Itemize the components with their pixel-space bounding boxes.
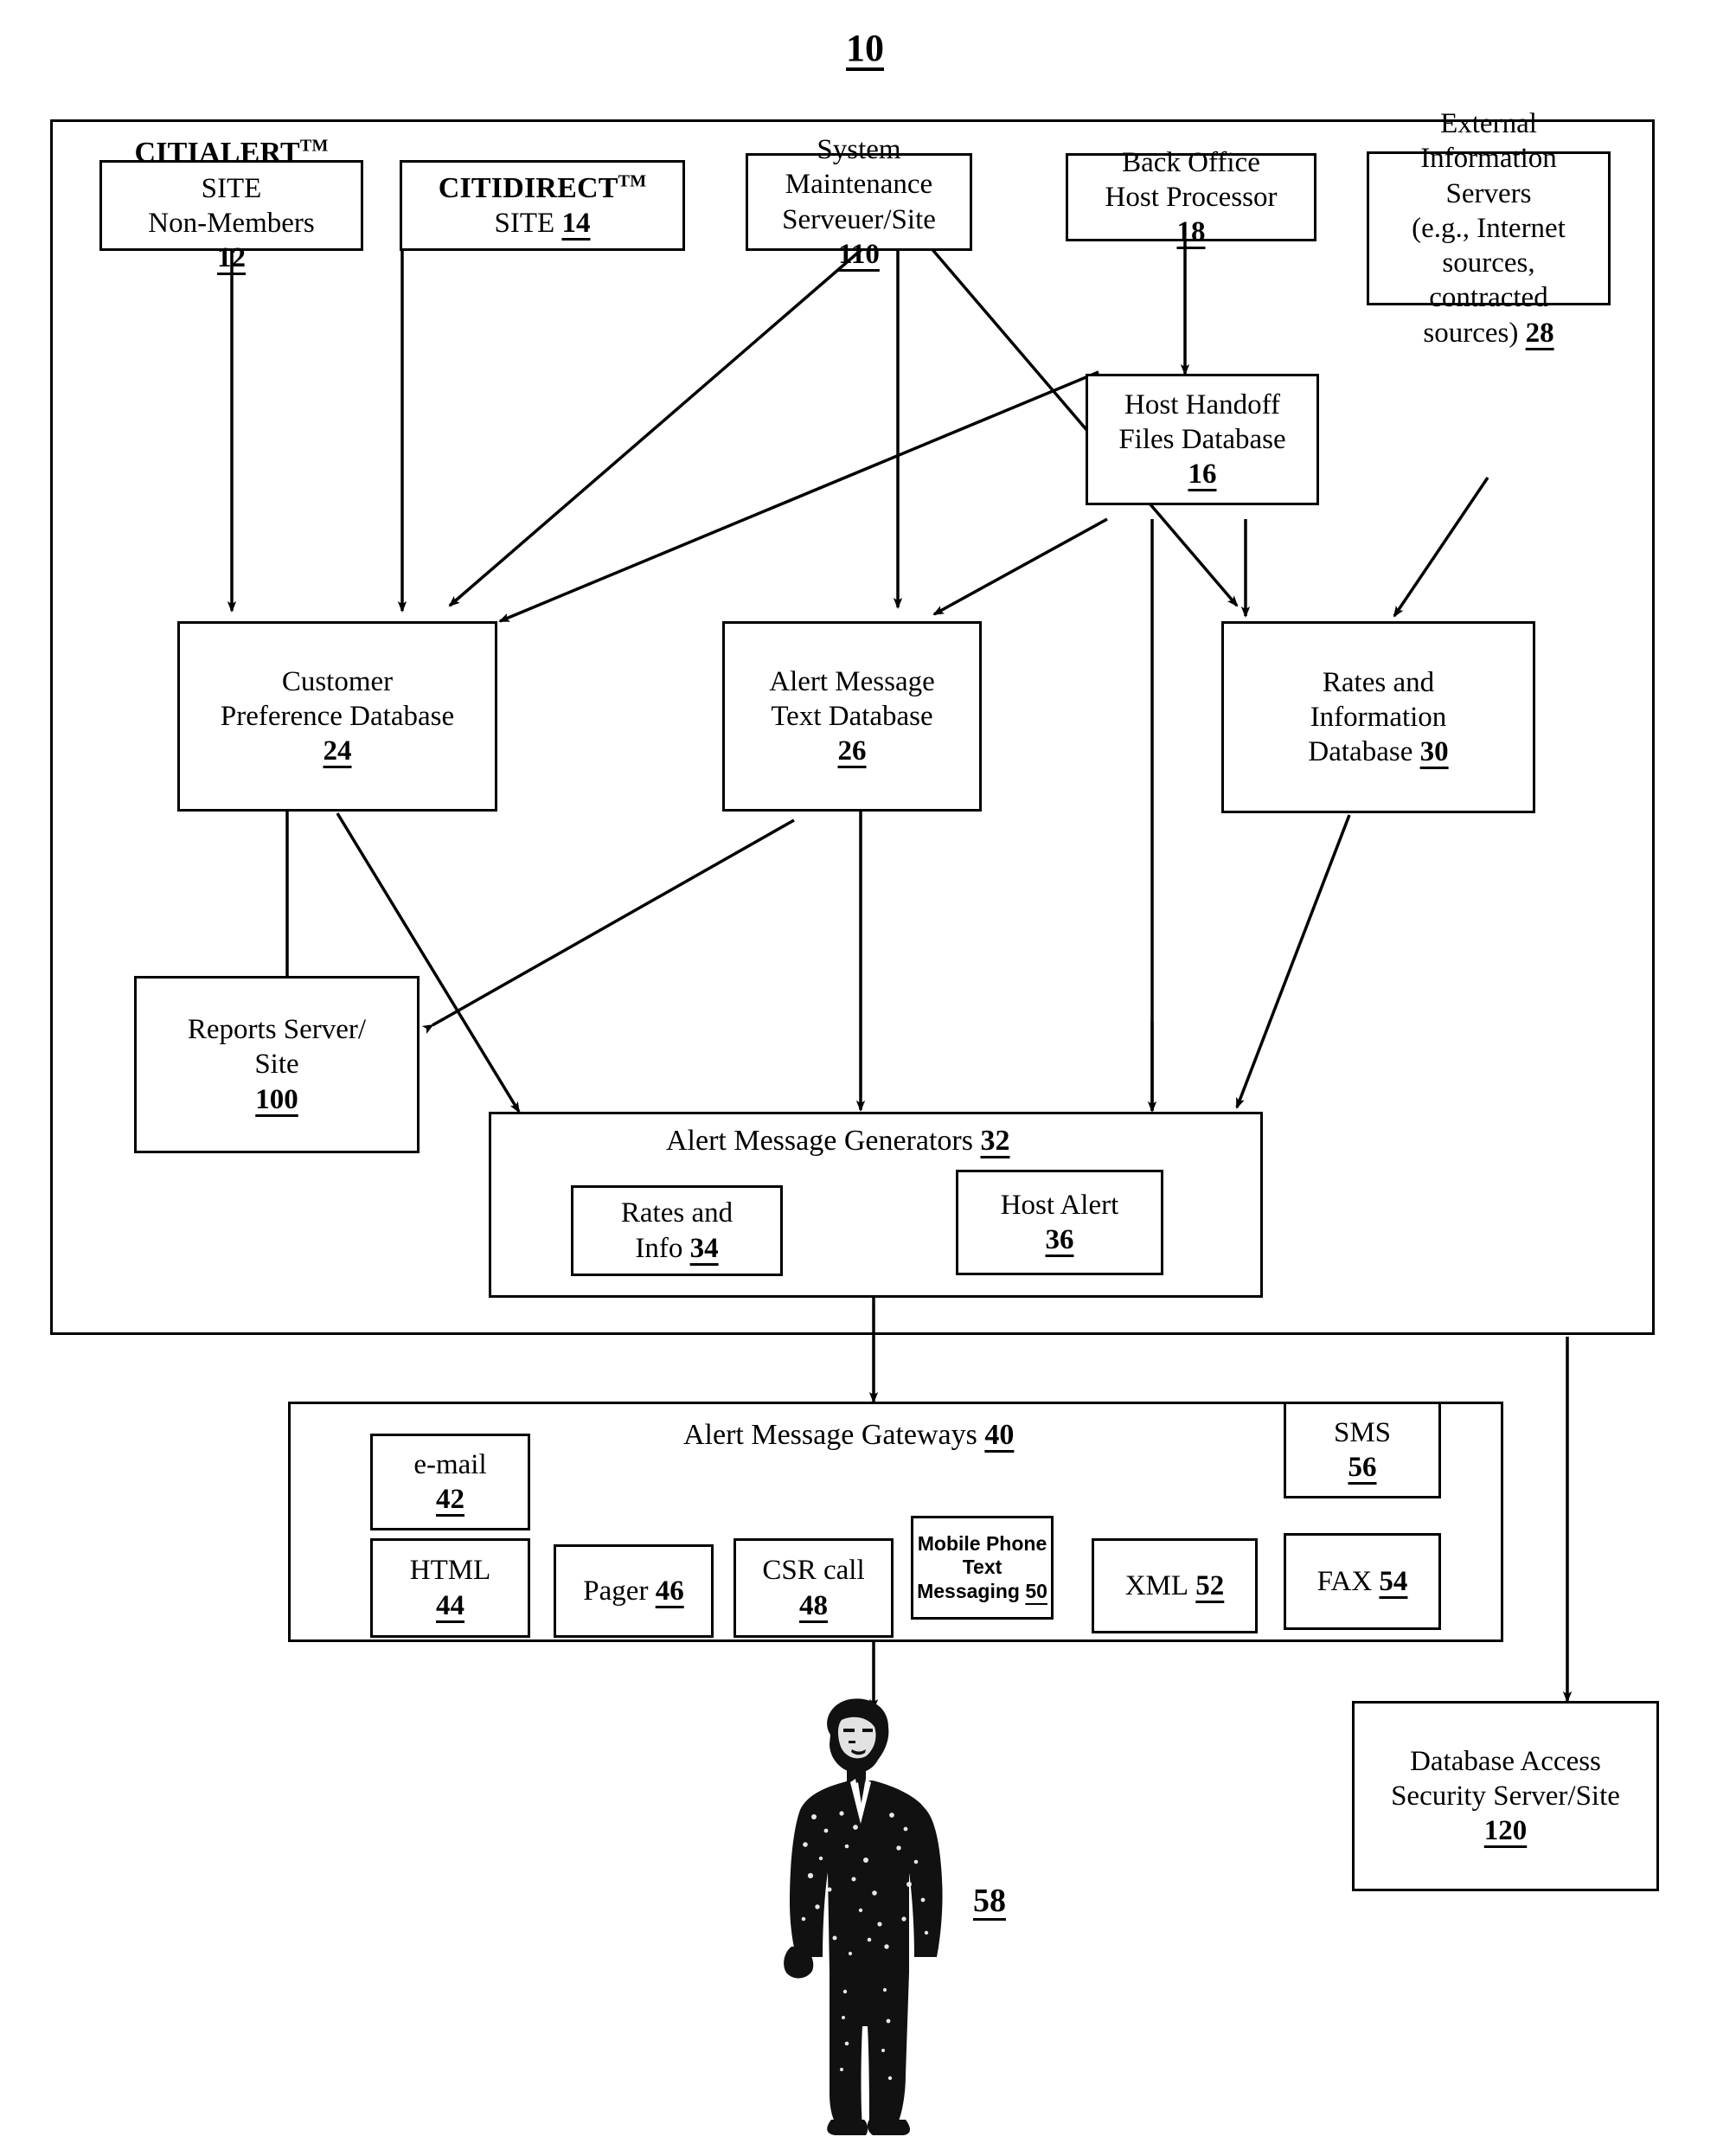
- citidirect-line2: SITE 14: [494, 208, 591, 240]
- reports-line1: Reports Server/: [187, 1014, 367, 1046]
- custpref-line1: Customer: [281, 665, 394, 697]
- gw-html-ref: 44: [436, 1589, 464, 1621]
- gateway-fax[interactable]: FAX 54: [1284, 1533, 1441, 1630]
- extinfo-line3: Servers: [1445, 177, 1532, 209]
- trademark-icon: TM: [618, 171, 647, 191]
- gateway-sms[interactable]: SMS 56: [1284, 1402, 1441, 1498]
- extinfo-line1: External: [1440, 108, 1537, 140]
- gateway-pager[interactable]: Pager 46: [554, 1544, 714, 1638]
- gw-mobile-line2: Text: [962, 1556, 1003, 1579]
- alerttext-line1: Alert Message: [769, 665, 935, 697]
- citidirect-name: CITIDIRECTTM: [438, 171, 647, 204]
- reports-ref: 100: [255, 1083, 298, 1115]
- reports-line2: Site: [254, 1049, 299, 1081]
- genrates-line1: Rates and: [620, 1197, 733, 1229]
- extinfo-line6: contracted: [1429, 282, 1548, 314]
- extinfo-line5: sources,: [1442, 247, 1535, 279]
- gw-pager-label: Pager 46: [583, 1575, 684, 1607]
- sysmaint-line2: Maintenance: [785, 169, 933, 201]
- patent-figure-page: 10 CITIALERTTM SITE Non-Members 12 CITID…: [0, 0, 1736, 2156]
- gw-html-label: HTML: [409, 1555, 491, 1587]
- dbsec-line2: Security Server/Site: [1391, 1780, 1620, 1812]
- dbsec-ref: 120: [1483, 1815, 1528, 1847]
- node-citialert-site[interactable]: CITIALERTTM SITE Non-Members 12: [99, 137, 363, 273]
- dbsec-line1: Database Access: [1410, 1745, 1601, 1777]
- alerttext-line2: Text Database: [771, 700, 933, 732]
- gateway-mobile-phone-text-messaging[interactable]: Mobile Phone Text Messaging 50: [911, 1516, 1054, 1620]
- custpref-ref: 24: [323, 735, 352, 767]
- genrates-line2: Info 34: [635, 1232, 719, 1264]
- citialert-line3: Non-Members: [148, 208, 315, 240]
- customer-person-illustration: [784, 1698, 943, 2135]
- custpref-line2: Preference Database: [220, 700, 455, 732]
- gw-email-label: e-mail: [413, 1448, 487, 1480]
- node-external-information-servers[interactable]: External Information Servers (e.g., Inte…: [1367, 108, 1611, 349]
- node-alert-message-text-database[interactable]: Alert Message Text Database 26: [722, 621, 982, 812]
- citialert-ref: 12: [217, 242, 246, 274]
- extinfo-line4: (e.g., Internet: [1412, 212, 1566, 244]
- gw-csr-ref: 48: [799, 1589, 828, 1621]
- gw-mobile-line1: Mobile Phone: [917, 1532, 1047, 1556]
- node-reports-server-site[interactable]: Reports Server/ Site 100: [134, 976, 420, 1153]
- gw-fax-label: FAX 54: [1316, 1565, 1408, 1597]
- gw-email-ref: 42: [436, 1484, 464, 1515]
- node-citidirect-site[interactable]: CITIDIRECTTM SITE 14: [400, 160, 685, 251]
- node-database-access-security-server[interactable]: Database Access Security Server/Site 120: [1352, 1701, 1659, 1891]
- extinfo-line7: sources) 28: [1423, 317, 1554, 349]
- hosthandoff-ref: 16: [1188, 459, 1217, 491]
- backoffice-line1: Back Office: [1122, 146, 1260, 178]
- gateway-csr-call[interactable]: CSR call 48: [733, 1538, 894, 1638]
- figure-number: 10: [846, 27, 884, 69]
- gateway-html[interactable]: HTML 44: [370, 1538, 530, 1638]
- gw-mobile-line3: Messaging 50: [917, 1579, 1047, 1602]
- hosthandoff-line1: Host Handoff: [1124, 388, 1280, 420]
- backoffice-ref: 18: [1176, 216, 1206, 248]
- node-system-maintenance-server[interactable]: System Maintenance Serveuer/Site 110: [746, 134, 972, 270]
- genhost-ref: 36: [1045, 1224, 1074, 1255]
- ratesdb-line3: Database 30: [1308, 736, 1449, 768]
- sysmaint-line3: Serveuer/Site: [782, 203, 936, 235]
- alerttext-ref: 26: [837, 735, 867, 767]
- genhost-line1: Host Alert: [1000, 1189, 1119, 1221]
- alert-message-gateways-title: Alert Message Gateways 40: [683, 1419, 1015, 1451]
- alert-message-generators-title: Alert Message Generators 32: [666, 1125, 1010, 1157]
- node-rates-information-database[interactable]: Rates and Information Database 30: [1221, 621, 1535, 813]
- gw-sms-label: SMS: [1333, 1416, 1392, 1448]
- gw-sms-ref: 56: [1348, 1452, 1377, 1483]
- node-generator-rates-info[interactable]: Rates and Info 34: [571, 1185, 783, 1276]
- trademark-icon: TM: [299, 137, 329, 157]
- sysmaint-ref: 110: [838, 238, 880, 270]
- node-customer-preference-database[interactable]: Customer Preference Database 24: [177, 621, 497, 812]
- hosthandoff-line2: Files Database: [1118, 423, 1286, 455]
- node-back-office-host-processor[interactable]: Back Office Host Processor 18: [1066, 147, 1316, 247]
- gateway-xml[interactable]: XML 52: [1092, 1538, 1258, 1633]
- backoffice-line2: Host Processor: [1105, 181, 1278, 213]
- gw-xml-label: XML 52: [1124, 1569, 1225, 1601]
- extinfo-line2: Information: [1420, 143, 1557, 175]
- sysmaint-line1: System: [817, 134, 901, 165]
- node-host-handoff-files-database[interactable]: Host Handoff Files Database 16: [1086, 374, 1319, 505]
- citialert-name: CITIALERTTM: [134, 137, 329, 170]
- gw-csr-label: CSR call: [762, 1555, 865, 1587]
- customer-person-ref: 58: [973, 1883, 1006, 1919]
- ratesdb-line1: Rates and: [1322, 666, 1435, 698]
- ratesdb-line2: Information: [1310, 701, 1447, 733]
- citialert-line2: SITE: [201, 172, 262, 204]
- gateway-email[interactable]: e-mail 42: [370, 1434, 530, 1530]
- node-generator-host-alert[interactable]: Host Alert 36: [956, 1170, 1163, 1275]
